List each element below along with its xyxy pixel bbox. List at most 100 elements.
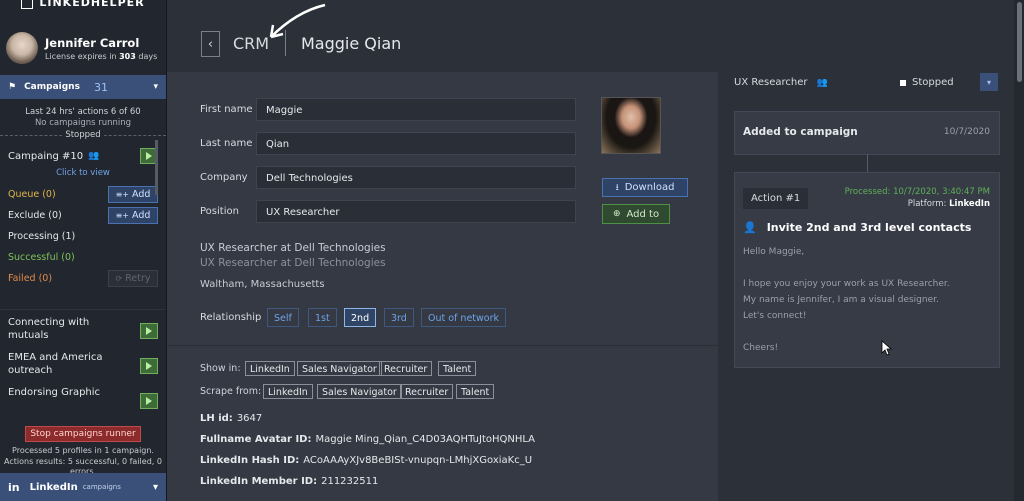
campaign-name: EMEA and America outreach	[8, 352, 103, 376]
refresh-icon: ⟳	[115, 274, 123, 283]
flag-icon: ⚑	[8, 82, 17, 92]
scrape-from-chip[interactable]: Sales Navigator	[317, 384, 402, 399]
action-badge: Action #1	[743, 188, 809, 209]
logo-icon	[21, 0, 34, 9]
profile-panel: First name Maggie Last name Qian Company Dell…	[167, 72, 718, 501]
relationship-option[interactable]: 2nd	[344, 308, 377, 327]
stop-campaigns-button[interactable]: Stop campaigns runner	[25, 426, 141, 442]
show-in-chip[interactable]: LinkedIn	[245, 361, 295, 376]
download-icon: ⭳	[615, 182, 619, 193]
field-input[interactable]: UX Researcher	[256, 200, 576, 223]
campaign-name: Campaing #10	[8, 150, 84, 162]
stat-label: Queue (0)	[8, 189, 56, 200]
scrape-from-chip[interactable]: Recruiter	[400, 384, 454, 399]
chevron-down-icon[interactable]: ▾	[153, 482, 158, 493]
action-title: 👤 Invite 2nd and 3rd level contacts	[743, 221, 972, 234]
id-row: LinkedIn Hash ID: ACoAAAyXJv8BeBISt-vnupq…	[200, 455, 533, 466]
linkedin-label: LinkedIn	[29, 481, 78, 493]
scrape-from-chip[interactable]: LinkedIn	[263, 384, 313, 399]
relationship-option[interactable]: 3rd	[384, 308, 414, 327]
download-button[interactable]: ⭳ Download	[602, 178, 688, 197]
field-label: First name	[200, 104, 253, 115]
brand: LINKEDHELPER	[0, 0, 166, 25]
show-in-chip[interactable]: Sales Navigator	[297, 361, 382, 376]
campaign-list: Connecting with mutuals EMEA and America …	[0, 309, 166, 415]
relationship-option[interactable]: Out of network	[421, 308, 506, 327]
campaign-list-item[interactable]: EMEA and America outreach	[0, 345, 166, 380]
linkedin-bar[interactable]: in LinkedIn campaigns ▾	[0, 473, 166, 501]
campaign-title[interactable]: UX Researcher 👥	[734, 77, 828, 88]
play-button[interactable]	[140, 358, 158, 374]
play-icon	[146, 362, 152, 370]
id-row: LH id: 3647	[200, 413, 263, 424]
added-to-campaign-card: Added to campaign 10/7/2020	[734, 111, 1000, 155]
chevron-down-icon: ▾	[986, 77, 991, 87]
play-button[interactable]	[140, 323, 158, 339]
user-card[interactable]: Jennifer Carrol License expires in 303 d…	[0, 25, 166, 71]
add-button[interactable]: ≡+ Add	[108, 207, 158, 224]
campaign-stat-row: Successful (0)	[0, 247, 166, 268]
campaign-current[interactable]: Campaing #10 👥	[0, 148, 166, 164]
added-label: Added to campaign	[743, 126, 858, 138]
campaign-list-item[interactable]: Endorsing Graphic	[0, 380, 166, 415]
chevron-left-icon: ‹	[207, 36, 214, 52]
back-button[interactable]: ‹	[201, 31, 220, 57]
campaign-stat-row: Processing (1)	[0, 226, 166, 247]
relationship-label: Relationship	[200, 312, 262, 323]
field-label: Company	[200, 172, 248, 183]
group-icon: 👥	[816, 78, 828, 88]
page-scrollbar[interactable]	[1014, 0, 1024, 501]
sidebar-scrollbar[interactable]	[155, 140, 158, 195]
scrape-from-label: Scrape from:	[200, 386, 262, 397]
campaign-stat-row: Failed (0) ⟳ Retry	[0, 268, 166, 289]
chevron-down-icon[interactable]: ▾	[153, 82, 158, 92]
campaign-name: Connecting with mutuals	[8, 317, 90, 341]
profile-name: Maggie Qian	[301, 34, 402, 53]
add-to-button[interactable]: ⊕ Add to	[602, 204, 670, 224]
headline: UX Researcher at Dell Technologies	[200, 242, 386, 254]
click-to-view-link[interactable]: Click to view	[0, 168, 166, 178]
action-message: Hello Maggie, I hope you enjoy your work …	[743, 247, 950, 353]
add-button[interactable]: ≡+ Add	[108, 186, 158, 203]
show-in-chip[interactable]: Recruiter	[379, 361, 433, 376]
campaign-panel: UX Researcher 👥 Stopped ▾ Added to campa…	[718, 72, 1014, 501]
play-button[interactable]	[140, 393, 158, 409]
show-in-chip[interactable]: Talent	[438, 361, 477, 376]
campaigns-header[interactable]: ⚑ Campaigns 31 ▾	[0, 75, 166, 99]
action-processed: Processed: 10/7/2020, 3:40:47 PM Platfor…	[844, 187, 990, 209]
play-icon	[146, 152, 152, 160]
id-row: Fullname Avatar ID: Maggie Ming_Qian_C4D0…	[200, 434, 536, 445]
user-name: Jennifer Carrol	[45, 35, 140, 50]
scrape-from-chip[interactable]: Talent	[456, 384, 495, 399]
field-input[interactable]: Qian	[256, 132, 576, 155]
sidebar: LINKEDHELPER Jennifer Carrol License exp…	[0, 0, 167, 501]
retry-button[interactable]: ⟳ Retry	[108, 270, 158, 287]
campaign-status: Stopped	[900, 77, 954, 88]
campaign-name: Endorsing Graphic	[8, 387, 101, 398]
action-card: Action #1 Processed: 10/7/2020, 3:40:47 …	[734, 172, 1000, 368]
campaign-stat-row: Exclude (0) ≡+ Add	[0, 205, 166, 226]
field-label: Last name	[200, 138, 253, 149]
cursor-icon	[881, 340, 893, 356]
show-in-label: Show in:	[200, 363, 241, 374]
relationship-option[interactable]: 1st	[308, 308, 337, 327]
add-list-icon: ≡+	[115, 211, 129, 220]
person-add-icon: 👤	[743, 221, 757, 234]
location: Waltham, Massachusetts	[200, 279, 325, 290]
campaign-list-item[interactable]: Connecting with mutuals	[0, 310, 166, 345]
field-input[interactable]: Maggie	[256, 98, 576, 121]
relationship-option[interactable]: Self	[267, 308, 299, 327]
group-icon: 👥	[88, 151, 100, 161]
campaign-stat-row: Queue (0) ≡+ Add	[0, 184, 166, 205]
license-info: License expires in 303 days	[45, 51, 158, 61]
actions-24h: Last 24 hrs' actions 6 of 60 No campaigns…	[25, 107, 141, 128]
campaign-dropdown-button[interactable]: ▾	[980, 73, 998, 91]
campaign-stats: Queue (0) ≡+ Add Exclude (0) ≡+ Add Processi…	[0, 184, 166, 289]
profile-photo	[601, 97, 661, 154]
campaigns-label: Campaigns	[24, 82, 80, 92]
field-input[interactable]: Dell Technologies	[256, 166, 576, 189]
stop-square-icon	[900, 79, 906, 86]
stat-label: Failed (0)	[8, 273, 53, 284]
stat-label: Exclude (0)	[8, 210, 62, 221]
stat-label: Successful (0)	[8, 252, 75, 263]
